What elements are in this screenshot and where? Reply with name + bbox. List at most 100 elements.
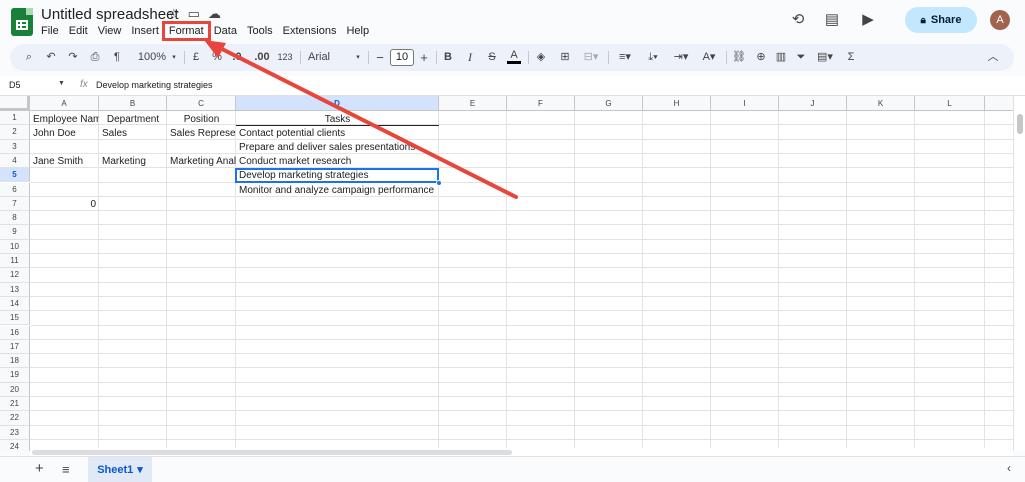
strikethrough-button[interactable]: S xyxy=(486,49,498,66)
row-header-10[interactable]: 10 xyxy=(0,239,30,254)
column-header-i[interactable]: I xyxy=(711,96,779,111)
select-all-corner[interactable] xyxy=(0,96,30,111)
row-header-1[interactable]: 1 xyxy=(0,111,30,126)
menu-extensions[interactable]: Extensions xyxy=(278,23,342,39)
row-header-23[interactable]: 23 xyxy=(0,425,30,440)
row-header-9[interactable]: 9 xyxy=(0,225,30,240)
row-header-18[interactable]: 18 xyxy=(0,354,30,369)
font-size-input[interactable]: 10 xyxy=(390,49,414,66)
version-history-icon[interactable]: ⟲ xyxy=(788,10,808,30)
column-header-k[interactable]: K xyxy=(847,96,915,111)
sheet-grid[interactable]: A B C D E F G H I J K L 1 2 3 4 5 6 7 8 9 10 11 12 1… xyxy=(0,96,1025,451)
avatar[interactable]: A xyxy=(990,10,1010,30)
chevron-down-icon[interactable]: ▾ xyxy=(170,49,178,66)
row-header-7[interactable]: 7 xyxy=(0,196,30,212)
menu-edit[interactable]: Edit xyxy=(64,23,93,39)
decrease-font-size-button[interactable]: − xyxy=(374,49,386,66)
cell-b1[interactable]: Department xyxy=(99,113,167,127)
star-icon[interactable]: ☆ xyxy=(168,6,180,22)
row-header-19[interactable]: 19 xyxy=(0,368,30,383)
document-title[interactable]: Untitled spreadsheet xyxy=(41,6,179,23)
vertical-scrollbar[interactable] xyxy=(1013,96,1025,451)
row-header-11[interactable]: 11 xyxy=(0,254,30,269)
menu-data[interactable]: Data xyxy=(209,23,242,39)
row-header-13[interactable]: 13 xyxy=(0,282,30,297)
zoom-select[interactable]: 100% xyxy=(132,49,172,66)
decrease-decimal-button[interactable]: .0 xyxy=(230,49,244,66)
comments-icon[interactable]: ▤ xyxy=(822,10,842,30)
row-header-16[interactable]: 16 xyxy=(0,325,30,340)
cell-a2[interactable]: John Doe xyxy=(30,127,99,141)
column-header-c[interactable]: C xyxy=(167,96,236,111)
bold-button[interactable]: B xyxy=(442,49,454,66)
column-header-h[interactable]: H xyxy=(643,96,711,111)
explore-collapse-icon[interactable]: ‹ xyxy=(1007,461,1011,475)
text-rotation-icon[interactable]: A▾ xyxy=(698,49,720,66)
add-sheet-button[interactable]: + xyxy=(35,460,44,477)
row-header-15[interactable]: 15 xyxy=(0,311,30,326)
fill-color-icon[interactable]: ◈ xyxy=(534,49,548,66)
scroll-thumb[interactable] xyxy=(1017,114,1023,134)
column-header-a[interactable]: A xyxy=(30,96,99,111)
menu-help[interactable]: Help xyxy=(341,23,374,39)
increase-decimal-button[interactable]: .00 xyxy=(252,49,272,66)
filter-views-icon[interactable]: ▤▾ xyxy=(814,49,836,66)
row-header-4[interactable]: 4 xyxy=(0,153,30,169)
cell-a7[interactable]: 0 xyxy=(30,198,99,212)
row-header-22[interactable]: 22 xyxy=(0,411,30,426)
menu-insert[interactable]: Insert xyxy=(126,23,164,39)
row-header-21[interactable]: 21 xyxy=(0,397,30,412)
row-header-17[interactable]: 17 xyxy=(0,339,30,355)
cell-d3[interactable]: Prepare and deliver sales presentations xyxy=(236,141,439,155)
filter-icon[interactable]: ⏷ xyxy=(794,49,808,66)
cell-a4[interactable]: Jane Smith xyxy=(30,155,99,169)
row-header-20[interactable]: 20 xyxy=(0,382,30,397)
all-sheets-icon[interactable]: ≡ xyxy=(62,462,70,477)
percent-button[interactable]: % xyxy=(210,49,224,66)
cell-d2[interactable]: Contact potential clients xyxy=(236,127,439,141)
horizontal-align-icon[interactable]: ≡▾ xyxy=(614,49,636,66)
text-wrapping-icon[interactable]: ⇥▾ xyxy=(670,49,692,66)
increase-font-size-button[interactable]: + xyxy=(418,49,430,66)
share-button[interactable]: 🔒︎ Share xyxy=(905,7,977,33)
row-header-24[interactable]: 24 xyxy=(0,439,30,451)
column-header-j[interactable]: J xyxy=(779,96,847,111)
horizontal-scrollbar[interactable] xyxy=(30,448,1013,456)
paint-format-icon[interactable]: ¶ xyxy=(110,49,124,66)
cell-c1[interactable]: Position xyxy=(167,113,236,127)
column-header-d[interactable]: D xyxy=(236,96,439,111)
cell-d1[interactable]: Tasks xyxy=(236,113,439,127)
row-header-3[interactable]: 3 xyxy=(0,139,30,154)
column-header-l[interactable]: L xyxy=(915,96,985,111)
text-color-button[interactable]: A xyxy=(507,49,521,64)
italic-button[interactable]: I xyxy=(464,49,476,66)
name-box[interactable]: D5 xyxy=(9,80,21,90)
borders-icon[interactable]: ⊞ xyxy=(558,49,572,66)
chevron-down-icon[interactable]: ▼ xyxy=(58,80,65,87)
meet-icon[interactable]: ▶ xyxy=(858,10,878,30)
vertical-align-icon[interactable]: ⤓▾ xyxy=(642,49,664,66)
chevron-down-icon[interactable]: ▾ xyxy=(137,463,143,476)
merge-cells-icon[interactable]: ⊟▾ xyxy=(580,49,602,66)
insert-comment-icon[interactable]: ⊕ xyxy=(754,49,768,66)
column-header-e[interactable]: E xyxy=(439,96,507,111)
insert-link-icon[interactable]: ⛓ xyxy=(732,49,746,66)
cell-b2[interactable]: Sales xyxy=(99,127,167,141)
row-header-14[interactable]: 14 xyxy=(0,296,30,312)
scroll-thumb[interactable] xyxy=(32,450,512,455)
row-header-12[interactable]: 12 xyxy=(0,268,30,283)
row-header-6[interactable]: 6 xyxy=(0,182,30,197)
menu-format[interactable]: Format xyxy=(161,21,211,41)
print-icon[interactable]: ⎙ xyxy=(88,49,102,66)
cell-a1[interactable]: Employee Name xyxy=(30,113,99,127)
column-header-b[interactable]: B xyxy=(99,96,167,111)
cell-b4[interactable]: Marketing xyxy=(99,155,167,169)
redo-icon[interactable]: ↷ xyxy=(66,49,80,66)
menu-view[interactable]: View xyxy=(93,23,127,39)
row-header-8[interactable]: 8 xyxy=(0,211,30,226)
cell-d4[interactable]: Conduct market research xyxy=(236,155,439,169)
insert-chart-icon[interactable]: ▥ xyxy=(774,49,788,66)
row-header-5[interactable]: 5 xyxy=(0,168,30,183)
number-format-button[interactable]: 123 xyxy=(276,49,294,66)
cell-c4[interactable]: Marketing Analy xyxy=(167,155,236,169)
